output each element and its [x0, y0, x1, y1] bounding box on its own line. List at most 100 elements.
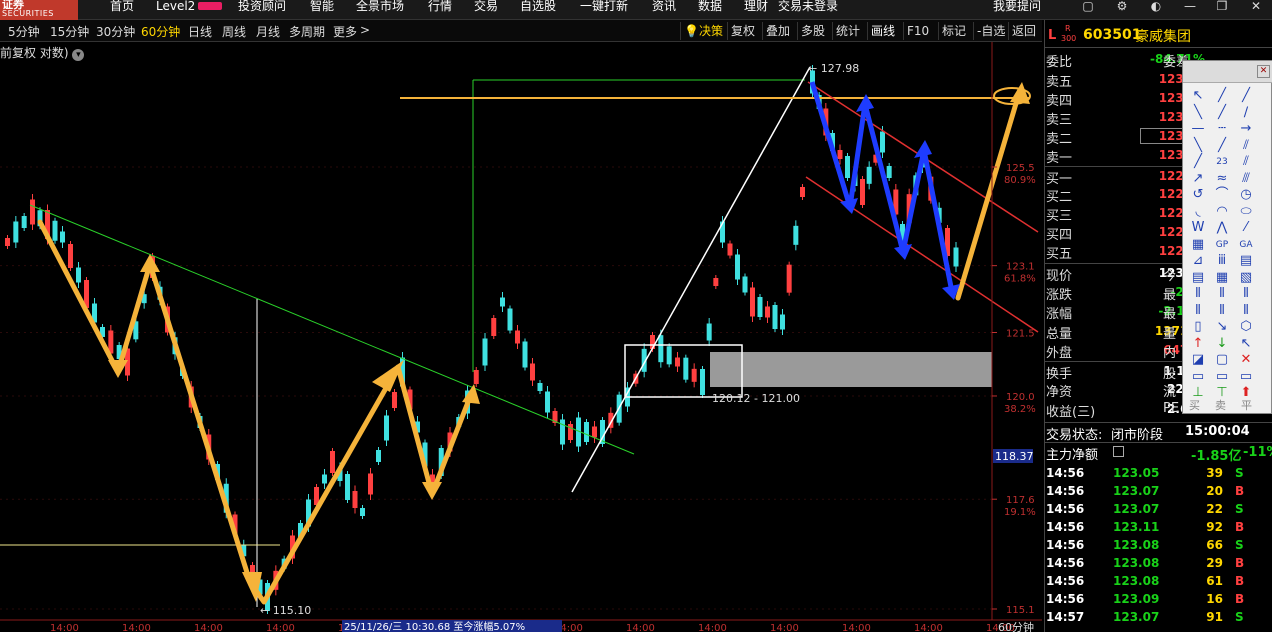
draw-tool-icon[interactable]: ╱ [1213, 87, 1231, 105]
mark-button[interactable]: 标记 [938, 22, 969, 40]
draw-tool-icon[interactable]: ⦀ [1213, 302, 1231, 320]
back-button[interactable]: 返回 [1008, 22, 1039, 40]
draw-tool-icon[interactable]: ╲ [1189, 104, 1207, 122]
draw-tool-icon[interactable]: ↺ [1189, 186, 1207, 204]
draw-tool-icon[interactable]: ⦀ [1189, 302, 1207, 320]
menu-smart[interactable]: 智能 [310, 0, 334, 20]
menu-trade[interactable]: 交易 [474, 0, 498, 20]
draw-tool-icon[interactable]: ▤ [1237, 252, 1255, 270]
buy-tool[interactable]: 买 [1189, 397, 1200, 413]
draw-tool-icon[interactable]: ⦀ [1237, 285, 1255, 303]
period-15min[interactable]: 15分钟 [50, 23, 89, 40]
checkbox-icon[interactable] [1113, 446, 1124, 457]
draw-tool-icon[interactable]: ⦀ [1213, 285, 1231, 303]
multi-stock-button[interactable]: 多股 [797, 22, 828, 40]
draw-tool-icon[interactable]: ⬭ [1237, 203, 1255, 221]
decision-button[interactable]: 💡决策 [680, 22, 726, 40]
minimize-icon[interactable]: — [1180, 0, 1200, 14]
menu-news[interactable]: 资讯 [652, 0, 676, 20]
draw-tool-icon[interactable]: ⋀ [1213, 219, 1231, 237]
draw-tool-icon[interactable]: GA [1237, 236, 1255, 254]
draw-tool-icon[interactable]: ▦ [1213, 269, 1231, 287]
draw-line-button[interactable]: 画线 [867, 22, 898, 40]
chevron-right-icon[interactable]: > [360, 23, 370, 37]
draw-tool-icon[interactable]: ⦀ [1189, 285, 1207, 303]
draw-tool-icon[interactable]: ▢ [1213, 351, 1231, 369]
draw-tool-icon[interactable]: → [1237, 120, 1255, 138]
menu-ask-question[interactable]: 我要提问 [993, 0, 1041, 20]
red-channel-lower[interactable] [805, 176, 1039, 333]
skin-icon[interactable]: ◐ [1146, 0, 1166, 14]
draw-tool-icon[interactable]: ↓ [1213, 335, 1231, 353]
menu-data[interactable]: 数据 [698, 0, 722, 20]
period-60min[interactable]: 60分钟 [141, 23, 180, 40]
draw-tool-icon[interactable]: ⌒ [1213, 186, 1231, 204]
menu-advisor[interactable]: 投资顾问 [238, 0, 286, 20]
draw-tool-icon[interactable]: ↗ [1189, 170, 1207, 188]
draw-tool-icon[interactable]: 23 [1213, 153, 1231, 171]
draw-tool-icon[interactable]: ╱ [1189, 153, 1207, 171]
draw-tool-icon[interactable]: ↑ [1189, 335, 1207, 353]
draw-tool-icon[interactable]: ⁄ [1237, 219, 1255, 237]
draw-tool-icon[interactable]: ▦ [1189, 236, 1207, 254]
draw-tool-icon[interactable]: ▧ [1237, 269, 1255, 287]
period-day[interactable]: 日线 [188, 23, 212, 40]
draw-tool-icon[interactable]: ╱ [1213, 104, 1231, 122]
period-multi[interactable]: 多周期 [289, 23, 325, 40]
draw-tool-icon[interactable]: ⬡ [1237, 318, 1255, 336]
close-icon[interactable]: ✕ [1246, 0, 1266, 14]
draw-tool-icon[interactable]: ╱ [1237, 87, 1255, 105]
kline-chart[interactable]: ← 127.98 ← 115.10 120.12 - 121.00 118.37… [0, 42, 1042, 632]
flat-tool[interactable]: 平 [1241, 397, 1252, 413]
stock-code[interactable]: 603501 [1083, 27, 1141, 43]
draw-tool-icon[interactable]: ∕ [1237, 104, 1255, 122]
draw-tool-icon[interactable]: ╱ [1213, 137, 1231, 155]
remove-watchlist-button[interactable]: -自选 [973, 22, 1008, 40]
drawing-tool-palette[interactable]: ✕ ↖ ╱ ╱ ╲ ╱ ∕ — ┄ → ╲ ╱ ⫽ ╱ 23 ⫽ ↗ ≈ ⫻ ↺ ⌒ ◷ ◟ ◠ ⬭ W ⋀ ⁄ ▦ GP GA ⊿ ⅲ ▤ ▤ ▦… [1182, 60, 1272, 414]
draw-tool-icon[interactable]: ▭ [1237, 368, 1255, 386]
period-month[interactable]: 月线 [256, 23, 280, 40]
draw-tool-icon[interactable]: — [1189, 120, 1207, 138]
draw-tool-icon[interactable]: ⫻ [1237, 170, 1255, 188]
draw-tool-icon[interactable]: ⅲ [1213, 252, 1231, 270]
white-trendline[interactable] [571, 66, 811, 493]
maximize-icon[interactable]: ❐ [1212, 0, 1232, 14]
palette-titlebar[interactable]: ✕ [1183, 61, 1272, 83]
draw-tool-icon[interactable]: ⦀ [1237, 302, 1255, 320]
period-5min[interactable]: 5分钟 [8, 23, 40, 40]
settings-icon[interactable]: ⚙ [1112, 0, 1132, 14]
draw-tool-icon[interactable]: GP [1213, 236, 1231, 254]
menu-market-panorama[interactable]: 全景市场 [356, 0, 404, 20]
overlay-button[interactable]: 叠加 [762, 22, 793, 40]
menu-watchlist[interactable]: 自选股 [520, 0, 556, 20]
draw-tool-icon[interactable]: ↖ [1189, 87, 1207, 105]
sell-tool[interactable]: 卖 [1215, 397, 1226, 413]
draw-tool-icon[interactable]: ╲ [1189, 137, 1207, 155]
draw-tool-icon[interactable]: ◪ [1189, 351, 1207, 369]
period-week[interactable]: 周线 [222, 23, 246, 40]
menu-trade-login[interactable]: 交易未登录 [778, 0, 838, 20]
draw-tool-icon[interactable]: ⫽ [1237, 137, 1255, 155]
palette-close-icon[interactable]: ✕ [1257, 65, 1270, 78]
draw-tool-icon[interactable]: ↖ [1237, 335, 1255, 353]
draw-tool-icon[interactable]: ↘ [1213, 318, 1231, 336]
chat-icon[interactable]: ▢ [1078, 0, 1098, 14]
stock-name[interactable]: 豪威集团 [1135, 26, 1191, 46]
stats-button[interactable]: 统计 [832, 22, 863, 40]
menu-home[interactable]: 首页 [110, 0, 134, 20]
draw-tool-icon[interactable]: ≈ [1213, 170, 1231, 188]
resistance-zone[interactable] [710, 352, 992, 387]
green-trendline[interactable] [29, 204, 635, 455]
draw-tool-icon[interactable]: ✕ [1237, 351, 1255, 369]
period-more[interactable]: 更多 [333, 23, 357, 40]
draw-tool-icon[interactable]: ◷ [1237, 186, 1255, 204]
draw-tool-icon[interactable]: ▤ [1189, 269, 1207, 287]
draw-tool-icon[interactable]: ┄ [1213, 120, 1231, 138]
menu-level2[interactable]: Level2 [156, 0, 222, 20]
draw-tool-icon[interactable]: W [1189, 219, 1207, 237]
menu-wealth[interactable]: 理财 [744, 0, 768, 20]
draw-tool-icon[interactable]: ⊿ [1189, 252, 1207, 270]
draw-tool-icon[interactable]: ▭ [1189, 368, 1207, 386]
adjust-button[interactable]: 复权 [727, 22, 758, 40]
draw-tool-icon[interactable]: ▭ [1213, 368, 1231, 386]
